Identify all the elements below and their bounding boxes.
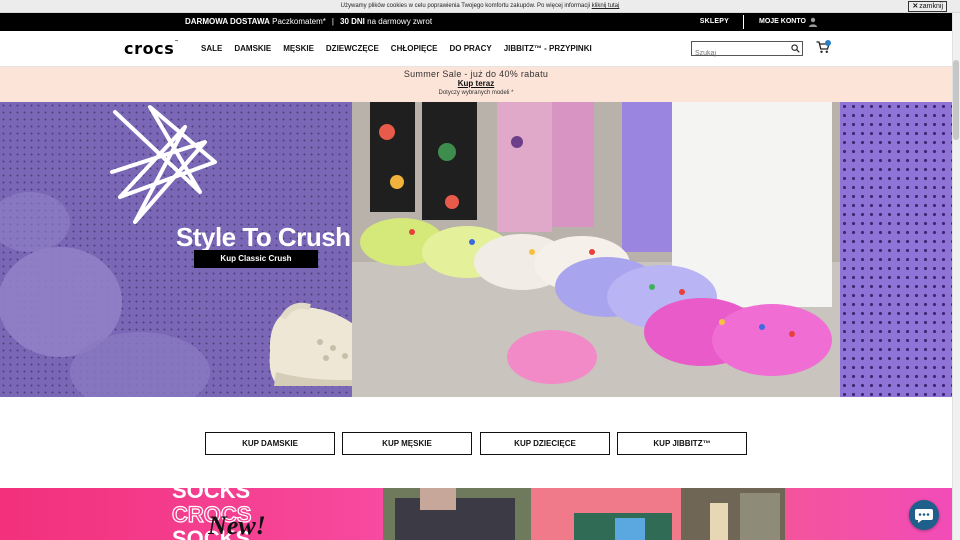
close-icon: ✕	[912, 3, 919, 10]
site-header: crocs™ SALE DAMSKIE MĘSKIE DZIEWCZĘCE CH…	[0, 31, 952, 67]
sale-banner: Summer Sale - już do 40% rabatu Kup tera…	[0, 67, 952, 102]
hero-photo-panel	[352, 102, 840, 397]
cookie-text: Używamy plików cookies w celu poprawieni…	[340, 3, 592, 9]
hero-photo-art	[352, 102, 840, 397]
returns-bold: 30 DNI	[340, 17, 365, 26]
new-badge: New!	[207, 511, 266, 540]
search-input[interactable]	[692, 47, 787, 60]
cookie-close-label: zamknij	[919, 3, 943, 10]
hero-headline: Style To Crush	[176, 222, 351, 252]
delivery-rest: Paczkomatem*	[269, 17, 326, 26]
socks-promo-art: SOCKS CROCS SOCKS New!	[171, 488, 785, 540]
socks-text-1: SOCKS	[172, 488, 250, 503]
hero-shop-button[interactable]: Kup Classic Crush	[194, 250, 318, 268]
nav-item-chlopiece[interactable]: CHŁOPIĘCE	[391, 44, 438, 53]
cookie-bar: Używamy plików cookies w celu poprawieni…	[0, 0, 960, 13]
cart-badge	[825, 40, 831, 46]
sale-note: Dotyczy wybranych modeli *	[438, 90, 514, 96]
search-box	[691, 41, 803, 60]
nav-item-do-pracy[interactable]: DO PRACY	[449, 44, 491, 53]
shop-men-button[interactable]: KUP MĘSKIE	[342, 432, 472, 455]
returns-rest: na darmowy zwrot	[364, 17, 433, 26]
page: Używamy plików cookies w celu poprawieni…	[0, 0, 960, 540]
shop-kids-button[interactable]: KUP DZIECIĘCE	[480, 432, 610, 455]
nav-item-damskie[interactable]: DAMSKIE	[234, 44, 271, 53]
promo-divider	[743, 15, 744, 29]
scrollbar-thumb[interactable]	[953, 60, 959, 140]
shop-women-button[interactable]: KUP DAMSKIE	[205, 432, 335, 455]
logo-text: crocs	[124, 39, 175, 58]
search-icon[interactable]	[791, 44, 800, 53]
chat-icon	[915, 509, 933, 523]
nav-item-jibbitz[interactable]: JIBBITZ™ - PRZYPINKI	[504, 44, 592, 53]
cookie-close-button[interactable]: ✕zamknij	[908, 1, 947, 12]
socks-promo-strip[interactable]: SOCKS CROCS SOCKS New!	[0, 488, 952, 540]
chat-button[interactable]	[909, 500, 939, 530]
promo-separator: |	[331, 17, 334, 26]
cookie-info-link[interactable]: kliknij tutaj	[592, 3, 620, 9]
hero-right-panel	[840, 102, 952, 397]
delivery-bold: DARMOWA DOSTAWA	[185, 17, 270, 26]
user-icon[interactable]	[808, 17, 818, 27]
sale-shop-now-link[interactable]: Kup teraz	[0, 79, 952, 88]
shop-jibbitz-button[interactable]: KUP JIBBITZ™	[617, 432, 747, 455]
account-link[interactable]: MOJE KONTO	[759, 13, 806, 31]
nav-item-sale[interactable]: SALE	[201, 44, 222, 53]
promo-bar: DARMOWA DOSTAWA Paczkomatem* | 30 DNI na d…	[0, 13, 952, 31]
main-nav: SALE DAMSKIE MĘSKIE DZIEWCZĘCE CHŁOPIĘCE…	[201, 44, 592, 53]
crocs-logo[interactable]: crocs™	[124, 39, 179, 58]
nav-item-meskie[interactable]: MĘSKIE	[283, 44, 314, 53]
promo-message[interactable]: DARMOWA DOSTAWA Paczkomatem* | 30 DNI na d…	[185, 13, 432, 31]
stores-link[interactable]: SKLEPY	[700, 13, 729, 31]
hero-banner[interactable]: Style To Crush Kup Classic Crush	[0, 102, 952, 397]
nav-item-dziewczece[interactable]: DZIEWCZĘCE	[326, 44, 379, 53]
category-buttons: KUP DAMSKIE KUP MĘSKIE KUP DZIECIĘCE KUP…	[0, 397, 952, 488]
sale-title: Summer Sale - już do 40% rabatu	[403, 69, 549, 79]
